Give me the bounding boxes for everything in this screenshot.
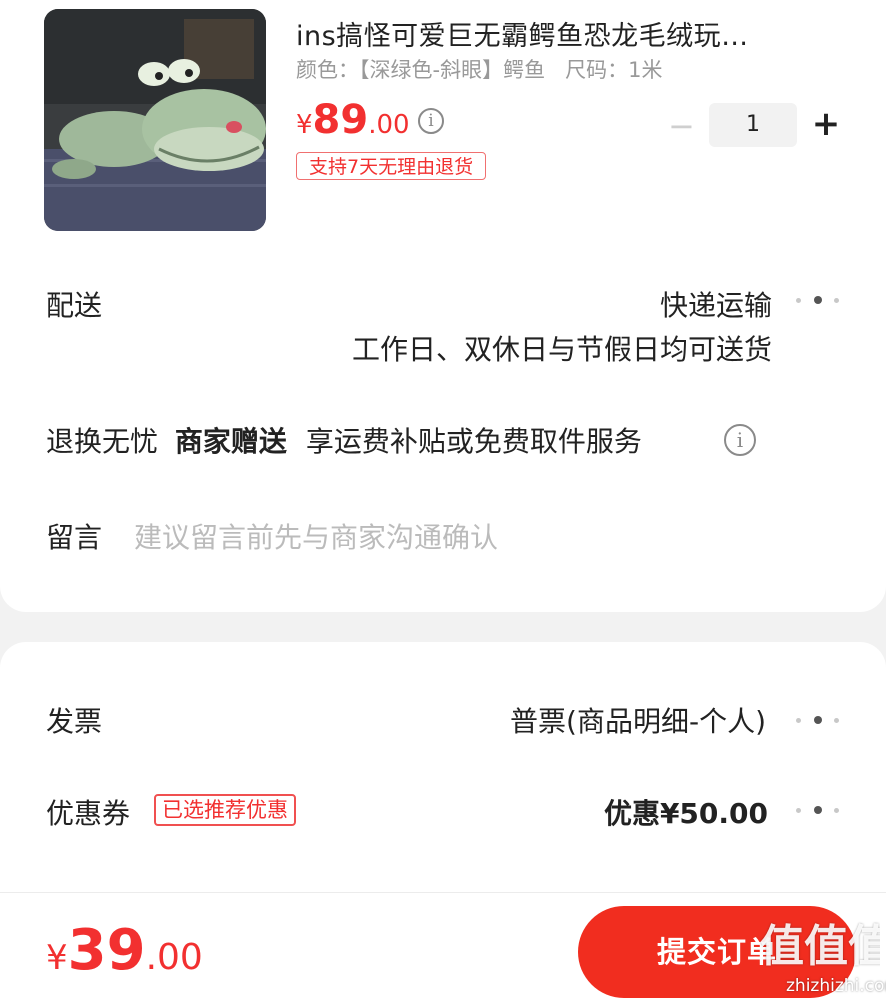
invoice-coupon-card: [0, 642, 886, 892]
coupon-more-icon[interactable]: [796, 804, 840, 818]
quantity-increase-button[interactable]: +: [808, 104, 844, 144]
price-integer: 89: [312, 97, 369, 143]
delivery-note: 工作日、双休日与节假日均可送货: [351, 333, 772, 366]
return-service-desc: 享运费补贴或免费取件服务: [305, 425, 642, 458]
return-service-label: 退换无忧: [46, 425, 159, 458]
invoice-label: 发票: [46, 705, 103, 738]
message-label: 留言: [46, 521, 103, 554]
watermark-logo: 值值值: [760, 921, 880, 972]
spec-size: 尺码：1米: [565, 58, 663, 82]
crocodile-plush-image-icon: [44, 9, 266, 231]
price-currency: ¥: [296, 110, 313, 140]
merchant-gift-label: 商家赠送: [174, 425, 287, 458]
price-info-icon[interactable]: i: [418, 108, 444, 134]
product-image[interactable]: [44, 9, 266, 231]
watermark-text: zhizhizhi.com: [786, 976, 886, 996]
total-currency: ¥: [46, 938, 68, 978]
delivery-more-icon[interactable]: [796, 294, 840, 308]
return-service-row: 退换无忧 商家赠送 享运费补贴或免费取件服务: [46, 420, 642, 460]
price-decimal: .00: [368, 110, 410, 140]
coupon-value[interactable]: 优惠¥50.00: [604, 792, 768, 832]
quantity-decrease-button[interactable]: −: [668, 108, 695, 144]
invoice-more-icon[interactable]: [796, 714, 840, 728]
delivery-method[interactable]: 快递运输: [660, 284, 772, 324]
total-integer: 39: [67, 918, 146, 983]
total-decimal: .00: [145, 937, 203, 978]
coupon-label: 优惠券: [46, 797, 131, 830]
invoice-value[interactable]: 普票(商品明细-个人): [510, 700, 766, 740]
product-title[interactable]: ins搞怪可爱巨无霸鳄鱼恐龙毛绒玩…: [296, 14, 836, 53]
delivery-label: 配送: [46, 289, 103, 322]
product-price: ¥89.00: [296, 97, 410, 143]
product-spec: 颜色：【深绿色-斜眼】鳄鱼 尺码：1米: [296, 54, 662, 84]
return-policy-badge: 支持7天无理由退货: [296, 152, 487, 180]
message-input[interactable]: 建议留言前先与商家沟通确认: [134, 516, 498, 556]
quantity-value[interactable]: 1: [709, 103, 797, 147]
spec-color: 颜色：【深绿色-斜眼】鳄鱼: [296, 58, 546, 82]
order-total: ¥39.00: [46, 918, 203, 983]
return-service-info-icon[interactable]: i: [724, 424, 756, 456]
coupon-recommended-tag: 已选推荐优惠: [154, 794, 296, 826]
